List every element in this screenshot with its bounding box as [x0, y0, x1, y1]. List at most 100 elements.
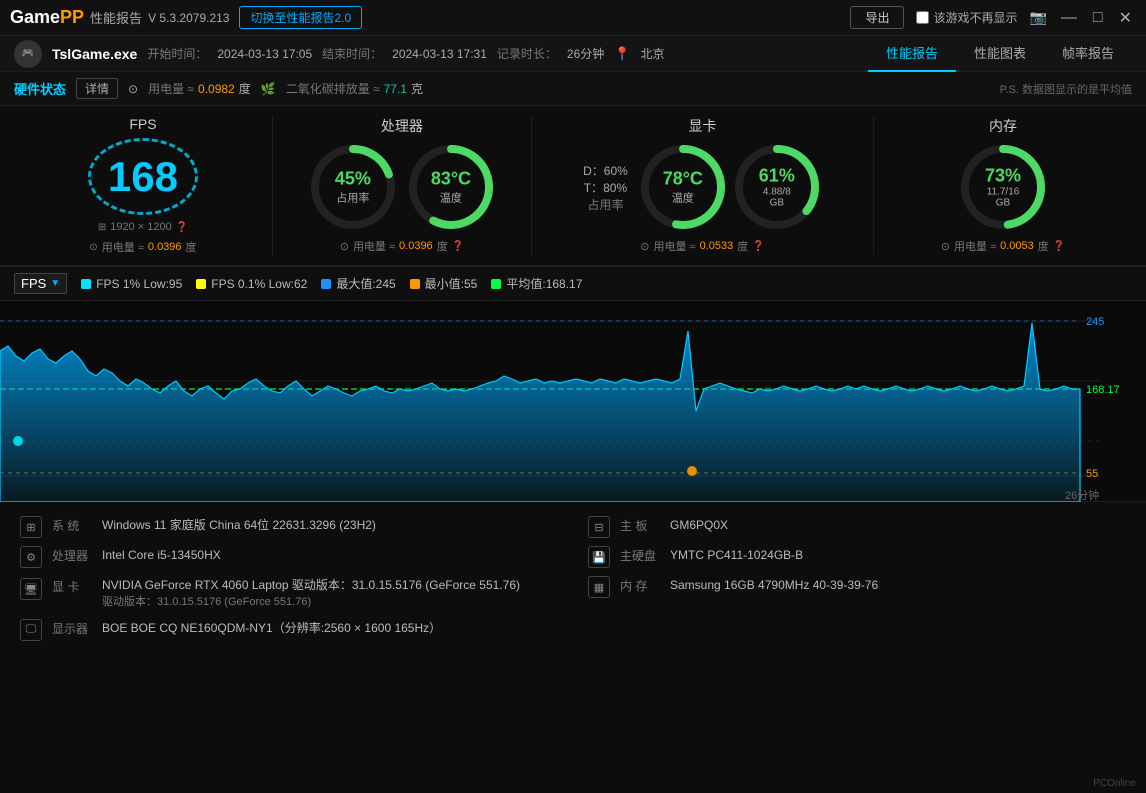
- ram-sys-icon: ▦: [588, 576, 610, 598]
- pcoline-label: PCOnline: [1093, 778, 1136, 789]
- tab-frame-report[interactable]: 帧率报告: [1044, 35, 1132, 72]
- gpu-d-label: D：60%: [583, 162, 628, 179]
- detail-button[interactable]: 详情: [76, 78, 118, 99]
- gpu-power-unit: 度: [737, 238, 748, 254]
- power-icon: ⊙: [128, 82, 138, 96]
- fps-value: 168: [108, 153, 178, 201]
- switch-button[interactable]: 切换至性能报告2.0: [239, 6, 362, 29]
- cpu-power-icon: ⊙: [340, 240, 349, 253]
- gpu-power: ⊙ 用电量 ≈ 0.0533 度 ❓: [640, 238, 764, 254]
- gpu-model: NVIDIA GeForce RTX 4060 Laptop 驱动版本：31.0…: [102, 578, 520, 592]
- gpu-power-label: 用电量 ≈: [653, 238, 695, 254]
- cpu-sys-label: 处理器: [52, 547, 92, 564]
- ram-power-unit: 度: [1038, 238, 1049, 254]
- ram-power: ⊙ 用电量 ≈ 0.0053 度 ❓: [941, 238, 1065, 254]
- fps-footer: ⊞ 1920 × 1200 ❓: [98, 221, 188, 233]
- gpu-metric: 显卡 D：60% T：80% 占用率 78°C 温度: [532, 116, 874, 255]
- fps-metric: FPS 168 ⊞ 1920 × 1200 ❓ ⊙ 用电量 ≈ 0.0396 度: [14, 116, 273, 255]
- fps-power-label: 用电量 ≈: [102, 239, 144, 255]
- ram-val: 73%: [981, 166, 1026, 187]
- gpu-usage-val: 61%: [754, 166, 799, 187]
- cpu-power-help: ❓: [452, 241, 464, 252]
- ram-power-icon: ⊙: [941, 240, 950, 253]
- gpu-temp-label: 温度: [663, 190, 703, 206]
- ram-power-val: 0.0053: [1000, 240, 1034, 252]
- maximize-button[interactable]: □: [1089, 9, 1107, 27]
- os-value: Windows 11 家庭版 China 64位 22631.3296 (23H…: [102, 516, 376, 534]
- location-icon: 📍: [614, 46, 630, 62]
- ram-metric: 内存 73% 11.7/16 GB ⊙ 用电量 ≈ 0.0053 度 ❓: [874, 116, 1132, 255]
- resolution-icon: ⊞: [98, 222, 106, 233]
- dropdown-arrow-icon: ▼: [50, 278, 60, 289]
- version: V 5.3.2079.213: [148, 11, 229, 25]
- window-controls: — □ ✕: [1057, 8, 1136, 28]
- tab-performance-report[interactable]: 性能报告: [868, 35, 956, 72]
- legend-1pct-low: FPS 1% Low:95: [81, 277, 182, 291]
- cpu-usage-donut: 45% 占用率: [308, 142, 398, 232]
- legend-max: 最大值:245: [321, 275, 395, 292]
- disk-icon: 💾: [588, 546, 610, 568]
- gpu-power-val: 0.0533: [700, 240, 734, 252]
- monitor-value: BOE BOE CQ NE160QDM-NY1（分辨率:2560 × 1600 …: [102, 619, 441, 637]
- cpu-sys-value: Intel Core i5-13450HX: [102, 546, 221, 564]
- legend-label-1: FPS 1% Low:95: [96, 277, 182, 291]
- chart-toolbar: FPS ▼ FPS 1% Low:95 FPS 0.1% Low:62 最大值:…: [0, 267, 1146, 301]
- cpu-temp-donut: 83°C 温度: [406, 142, 496, 232]
- end-time: 2024-03-13 17:31: [392, 47, 487, 61]
- monitor-label: 显示器: [52, 620, 92, 637]
- sys-disk-row: 💾 主硬盘 YMTC PC411-1024GB-B: [588, 542, 1126, 572]
- cpu-title: 处理器: [381, 116, 423, 136]
- metrics-panel: FPS 168 ⊞ 1920 × 1200 ❓ ⊙ 用电量 ≈ 0.0396 度…: [0, 106, 1146, 266]
- gpu-t-label: T：80%: [584, 179, 627, 196]
- ram-label: 11.7/16 GB: [981, 187, 1026, 209]
- mb-label: 主 板: [620, 517, 660, 534]
- minimize-button[interactable]: —: [1057, 9, 1081, 27]
- fps-circle: 168: [88, 138, 198, 215]
- start-label: 开始时间：: [147, 45, 207, 62]
- cpu-power-val: 0.0396: [399, 240, 433, 252]
- fps-power: ⊙ 用电量 ≈ 0.0396 度: [89, 239, 196, 255]
- os-label: 系 统: [52, 517, 92, 534]
- end-label: 结束时间：: [322, 45, 382, 62]
- logo-pp: PP: [60, 7, 84, 27]
- sys-ram-row: ▦ 内 存 Samsung 16GB 4790MHz 40-39-39-76: [588, 572, 1126, 602]
- sys-cpu-row: ⚙ 处理器 Intel Core i5-13450HX: [20, 542, 558, 572]
- cpu-power-label: 用电量 ≈: [353, 238, 395, 254]
- power-value: 0.0982: [198, 82, 235, 96]
- titlebar: GamePP 性能报告 V 5.3.2079.213 切换至性能报告2.0 导出…: [0, 0, 1146, 36]
- hardware-status-bar: 硬件状态 详情 ⊙ 用电量 ≈ 0.0982 度 🌿 二氧化碳排放量 ≈ 77.…: [0, 72, 1146, 106]
- co2-info: 二氧化碳排放量 ≈ 77.1 克: [286, 80, 423, 97]
- cpu-temp-label: 温度: [431, 190, 471, 206]
- location: 北京: [640, 45, 664, 62]
- gpu-title: 显卡: [688, 116, 716, 136]
- no-show-checkbox[interactable]: [916, 11, 929, 24]
- camera-icon[interactable]: 📷: [1029, 9, 1046, 26]
- ram-sys-value: Samsung 16GB 4790MHz 40-39-39-76: [670, 576, 878, 594]
- sys-os-row: ⊞ 系 统 Windows 11 家庭版 China 64位 22631.329…: [20, 512, 558, 542]
- export-button[interactable]: 导出: [850, 6, 904, 29]
- tab-group: 性能报告 性能图表 帧率报告: [868, 35, 1132, 72]
- fps-chart: 245 168.17 55 26分钟: [0, 301, 1146, 502]
- gpu-sys-icon: 🖥: [20, 578, 42, 600]
- os-icon: ⊞: [20, 516, 42, 538]
- system-info: ⊞ 系 统 Windows 11 家庭版 China 64位 22631.329…: [0, 501, 1146, 655]
- legend-01pct-low: FPS 0.1% Low:62: [196, 277, 307, 291]
- disk-label: 主硬盘: [620, 547, 660, 564]
- gpu-sys-label: 显 卡: [52, 578, 92, 595]
- selector-label: FPS: [21, 276, 46, 291]
- close-button[interactable]: ✕: [1115, 8, 1136, 28]
- metric-selector[interactable]: FPS ▼: [14, 273, 67, 294]
- gpu-usage-info: D：60% T：80% 占用率: [583, 162, 628, 213]
- sys-gpu-row: 🖥 显 卡 NVIDIA GeForce RTX 4060 Laptop 驱动版…: [20, 572, 558, 615]
- hw-title: 硬件状态: [14, 79, 66, 98]
- power-label: 用电量 ≈: [148, 80, 194, 97]
- tab-performance-chart[interactable]: 性能图表: [956, 35, 1044, 72]
- cpu-metric: 处理器 45% 占用率 83°C: [273, 116, 532, 255]
- ps-note: P.S. 数据图显示的是平均值: [1000, 81, 1132, 97]
- gpu-temp-val: 78°C: [663, 169, 703, 190]
- sysinfo-right: ⊟ 主 板 GM6PQ0X 💾 主硬盘 YMTC PC411-1024GB-B …: [588, 512, 1126, 645]
- svg-text:245: 245: [1086, 316, 1104, 328]
- cpu-power-unit: 度: [437, 238, 448, 254]
- cpu-sys-icon: ⚙: [20, 546, 42, 568]
- ram-power-help: ❓: [1053, 241, 1065, 252]
